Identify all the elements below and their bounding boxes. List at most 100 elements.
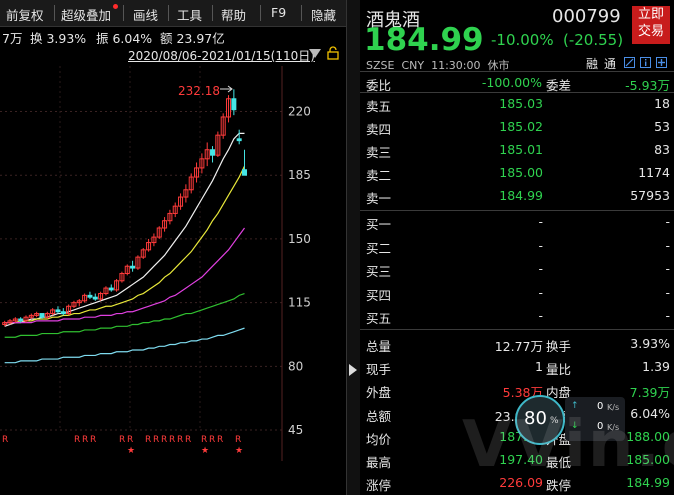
bid-volume: - bbox=[665, 261, 670, 276]
download-arrow-icon: ↓ bbox=[571, 421, 579, 431]
y-tick-label: 45 bbox=[288, 423, 303, 437]
y-tick-label: 115 bbox=[288, 296, 311, 310]
current-price: 184.99 bbox=[364, 22, 484, 58]
bid-volume: - bbox=[665, 237, 670, 253]
trade-button-line1: 立即 bbox=[637, 7, 664, 22]
notification-dot bbox=[113, 4, 118, 9]
stat-amount: 额 23.97亿 bbox=[160, 31, 225, 46]
kline-chart[interactable]: 2201851501158045 R R R R R R R R R R R R R R R R★ ★ ★ bbox=[0, 66, 338, 461]
ask-label: 卖五 bbox=[366, 99, 392, 114]
detail-label: 最低 bbox=[546, 455, 572, 470]
bid-label: 买一 bbox=[366, 217, 392, 232]
ma-line bbox=[4, 327, 245, 364]
signal-r-label: R bbox=[153, 435, 159, 445]
y-tick-label: 220 bbox=[288, 105, 311, 119]
change-amount: (-20.55) bbox=[563, 31, 624, 49]
detail-label: 均价 bbox=[366, 431, 392, 447]
add-icon[interactable] bbox=[656, 57, 667, 68]
y-tick-label: 185 bbox=[288, 168, 311, 182]
toolbar-super-overlay[interactable]: 超级叠加 bbox=[61, 5, 111, 24]
bid-volume: - bbox=[665, 284, 670, 300]
signal-r-label: R bbox=[235, 435, 241, 445]
upload-rate: 0 bbox=[597, 401, 604, 412]
candle-body bbox=[87, 294, 93, 298]
trade-button-line2: 交易 bbox=[637, 24, 664, 39]
ask-price: 185.00 bbox=[499, 165, 543, 180]
toolbar-divider bbox=[123, 5, 124, 21]
ask-label: 卖一 bbox=[366, 191, 392, 206]
toolbar-tools[interactable]: 工具 bbox=[177, 5, 202, 24]
signal-star-icon: ★ bbox=[235, 446, 243, 456]
collapse-arrow-icon[interactable] bbox=[349, 364, 357, 376]
stat-amplitude: 振 6.04% bbox=[96, 31, 153, 46]
download-unit: K/s bbox=[607, 423, 620, 432]
detail-value: 1.39 bbox=[642, 359, 670, 375]
detail-value: 184.99 bbox=[626, 475, 670, 491]
dropdown-arrow-icon[interactable] bbox=[309, 49, 321, 59]
detail-label: 跌停 bbox=[546, 478, 572, 494]
ask-price: 184.99 bbox=[499, 188, 543, 203]
date-range-link[interactable]: 2020/08/06-2021/01/15(110日) bbox=[128, 47, 315, 64]
candle-body bbox=[231, 98, 237, 111]
candle-body bbox=[55, 309, 61, 313]
edit-icon[interactable] bbox=[624, 57, 635, 68]
signal-r-label: R bbox=[169, 435, 175, 445]
stat-volume: 7万 bbox=[2, 31, 23, 46]
toolbar-divider bbox=[260, 5, 261, 21]
ask-volume: 1174 bbox=[638, 165, 670, 180]
signal-r-label: R bbox=[161, 435, 167, 445]
ma-line bbox=[4, 227, 245, 324]
lock-icon[interactable] bbox=[327, 46, 339, 60]
candle-body bbox=[130, 265, 136, 269]
signal-star-icon: ★ bbox=[127, 446, 135, 456]
download-rate: 0 bbox=[597, 421, 604, 432]
bid-volume: - bbox=[665, 308, 670, 323]
toolbar-draw-line[interactable]: 画线 bbox=[133, 5, 158, 24]
speed-percent: 80 bbox=[524, 408, 547, 429]
signal-r-label: R bbox=[127, 435, 133, 445]
ask-price: 185.02 bbox=[499, 119, 543, 134]
toolbar-divider bbox=[168, 5, 169, 21]
tag-connect[interactable]: 通 bbox=[604, 55, 616, 72]
detail-value: 226.09 bbox=[499, 475, 543, 491]
candle-body bbox=[60, 311, 66, 315]
ask-label: 卖四 bbox=[366, 122, 392, 137]
candle-body bbox=[18, 318, 24, 322]
toolbar-fuquan[interactable]: 前复权 bbox=[6, 5, 44, 24]
detail-value: 185.00 bbox=[626, 452, 670, 467]
signal-r-label: R bbox=[119, 435, 125, 445]
divider bbox=[360, 210, 674, 211]
signal-r-label: R bbox=[209, 435, 215, 445]
tag-margin[interactable]: 融 bbox=[586, 55, 598, 72]
toolbar-divider bbox=[301, 5, 302, 21]
bid-volume: - bbox=[665, 214, 670, 229]
stat-turnover: 换 3.93% bbox=[30, 31, 87, 46]
bid-price: - bbox=[538, 284, 543, 300]
signal-star-icon: ★ bbox=[201, 446, 209, 456]
detail-label: 量比 bbox=[546, 362, 572, 378]
max-arrow-icon bbox=[220, 85, 233, 93]
info-icon[interactable] bbox=[640, 57, 651, 68]
bid-label: 买四 bbox=[366, 287, 392, 303]
candle-body bbox=[92, 296, 98, 300]
signal-r-label: R bbox=[145, 435, 151, 445]
toolbar-f9[interactable]: F9 bbox=[271, 5, 286, 20]
detail-value: 7.39万 bbox=[629, 385, 670, 401]
bid-price: - bbox=[538, 261, 543, 276]
detail-value: 197.40 bbox=[499, 452, 543, 467]
signal-r-label: R bbox=[201, 435, 207, 445]
signal-r-label: R bbox=[2, 435, 8, 445]
candle-body bbox=[108, 287, 114, 291]
speed-gauge[interactable]: 80 % bbox=[515, 395, 565, 445]
ask-price: 185.01 bbox=[499, 142, 543, 157]
candle-body bbox=[236, 138, 242, 142]
toolbar-help[interactable]: 帮助 bbox=[221, 5, 246, 24]
detail-label: 现手 bbox=[366, 362, 392, 378]
toolbar-hide[interactable]: 隐藏 bbox=[311, 5, 336, 24]
trade-now-button[interactable]: 立即 交易 bbox=[632, 6, 670, 44]
signal-r-label: R bbox=[90, 435, 96, 445]
candle-body bbox=[210, 149, 216, 156]
panel-splitter[interactable] bbox=[346, 0, 361, 495]
chart-toolbar: 前复权 超级叠加 画线 工具 帮助 F9 隐藏 bbox=[0, 0, 350, 27]
detail-value: 3.93% bbox=[630, 336, 670, 351]
